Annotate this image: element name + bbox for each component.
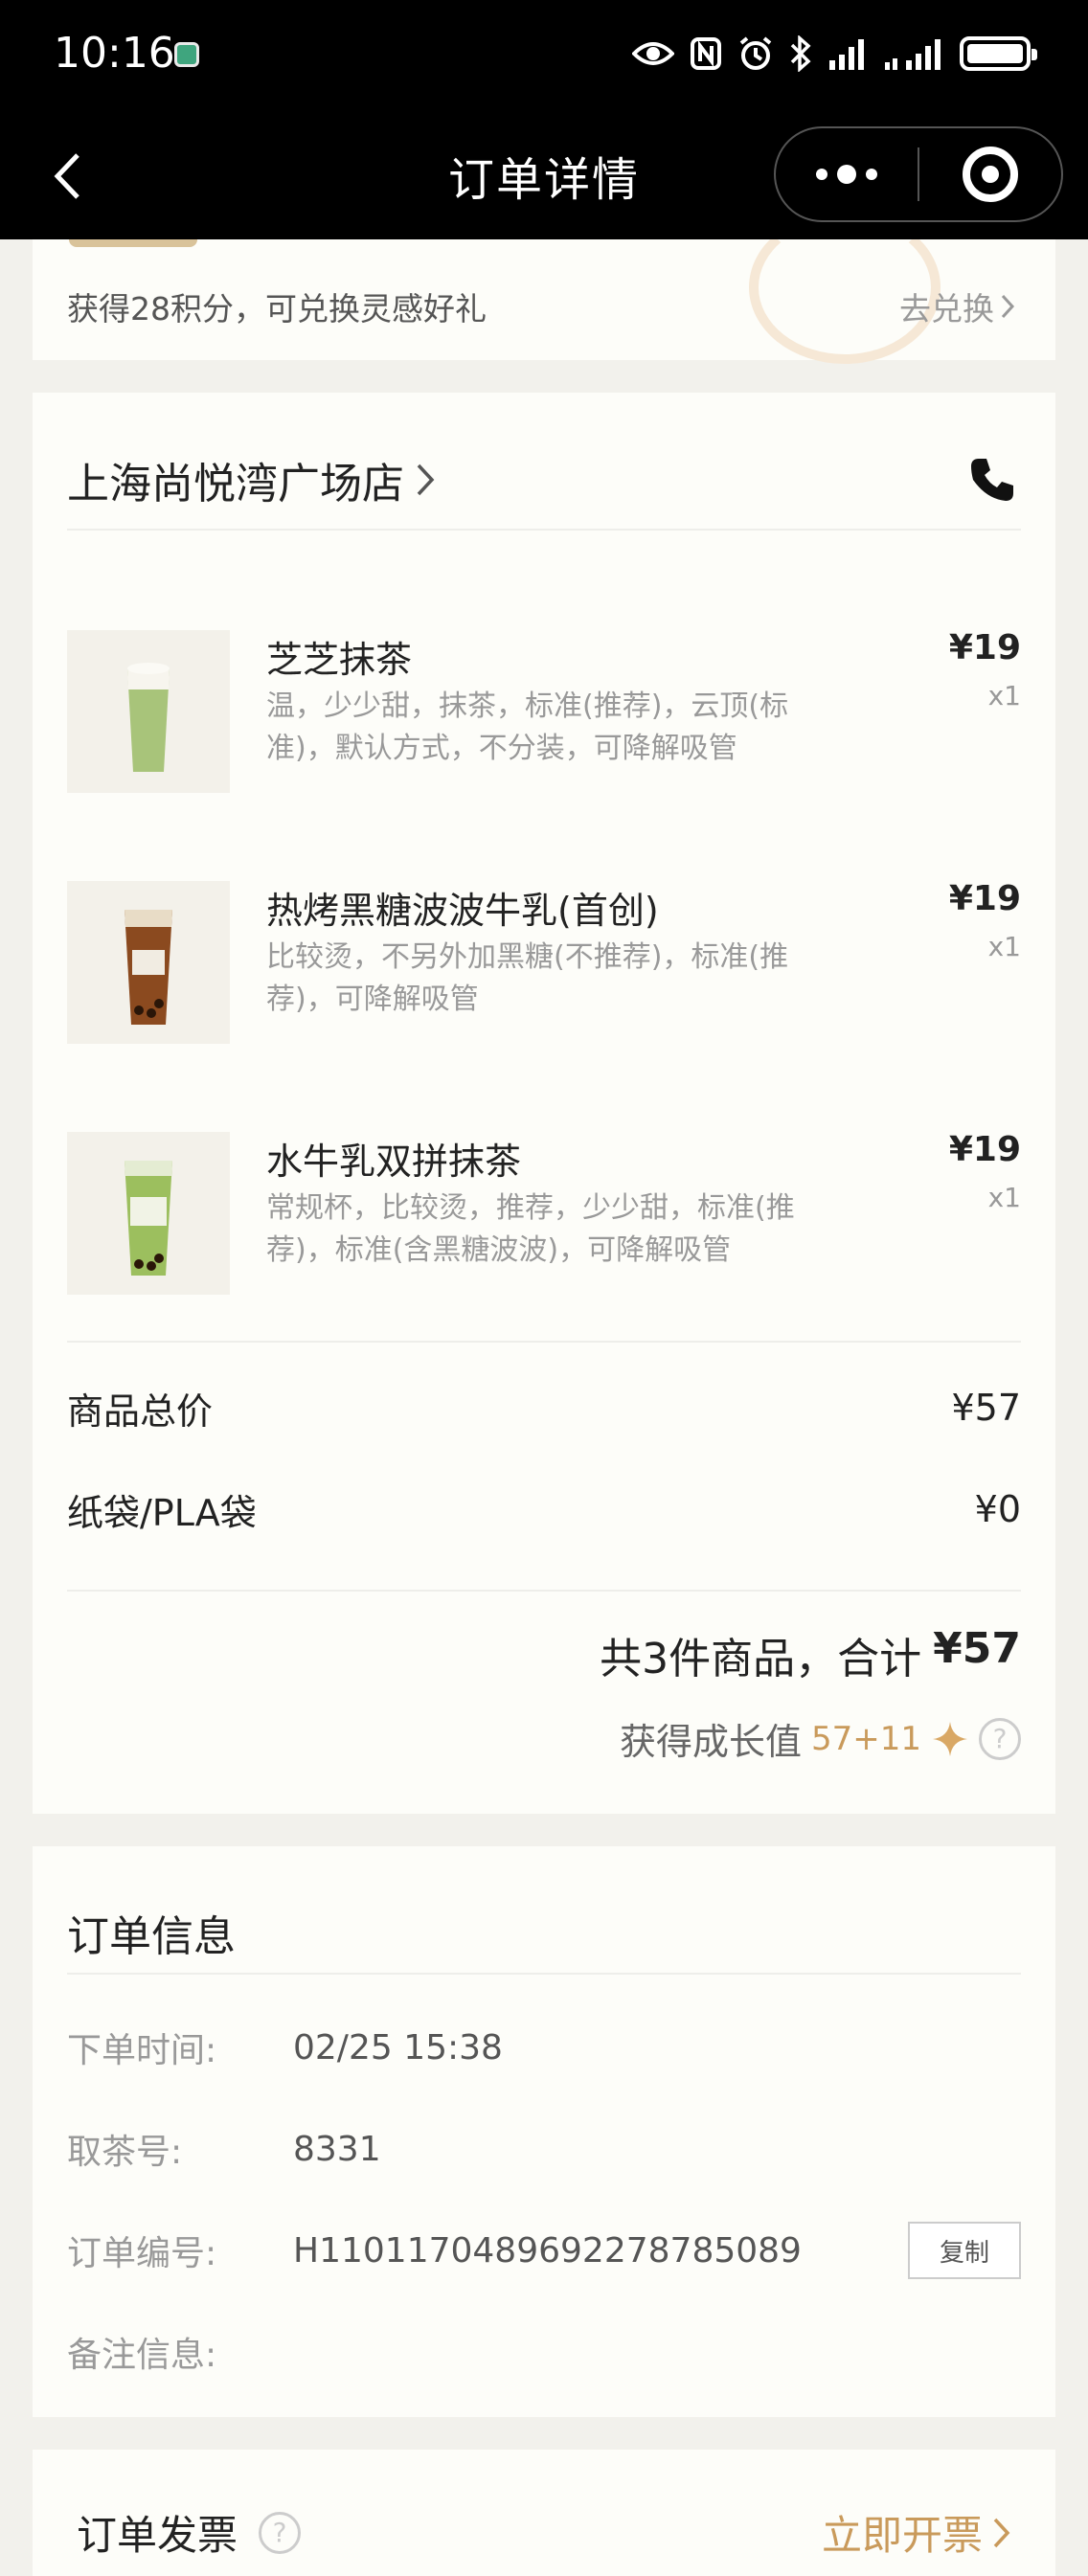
status-time: 10:16 [54, 29, 175, 78]
remark-row: 备注信息: [67, 2323, 1021, 2381]
growth-value-row: 获得成长值 57+11 ? [620, 1712, 1021, 1765]
info-label: 下单时间: [67, 2031, 217, 2070]
bag-fee-value: ¥0 [974, 1488, 1021, 1530]
info-label: 订单编号: [67, 2234, 217, 2273]
order-time-row: 下单时间: 02/25 15:38 [67, 2019, 1021, 2076]
help-icon[interactable]: ? [259, 2511, 302, 2554]
product-image [67, 630, 230, 793]
more-button[interactable] [776, 128, 918, 220]
target-icon [963, 147, 1018, 202]
order-item[interactable]: 热烤黑糖波波牛乳(首创) 比较烫，不另外加黑糖(不推荐)，标准(推荐)，可降解吸… [67, 879, 1021, 1044]
product-image [67, 881, 230, 1044]
chevron-right-icon [993, 2518, 1010, 2547]
item-name: 热烤黑糖波波牛乳(首创) [266, 890, 659, 932]
divider [67, 1973, 1021, 1975]
item-price: ¥19 [948, 628, 1021, 667]
divider [67, 1341, 1021, 1343]
item-name: 芝芝抹茶 [266, 639, 413, 681]
sparkle-icon [933, 1721, 967, 1756]
store-row: 上海尚悦湾广场店 [67, 431, 1021, 531]
store-link[interactable]: 上海尚悦湾广场店 [67, 449, 435, 510]
info-value: 02/25 15:38 [293, 2027, 503, 2068]
signal-icon [829, 39, 864, 70]
info-value: H1101170489692278785089 [293, 2230, 802, 2271]
order-summary: 共3件商品，合计 ¥57 [600, 1624, 1021, 1685]
miniapp-capsule [774, 126, 1063, 222]
bag-fee-label: 纸袋/PLA袋 [67, 1491, 257, 1534]
goods-total-label: 商品总价 [67, 1390, 214, 1433]
goods-total-row: 商品总价 ¥57 [67, 1379, 1021, 1436]
chevron-right-icon [417, 463, 435, 496]
bag-fee-row: 纸袋/PLA袋 ¥0 [67, 1480, 1021, 1538]
divider [67, 1590, 1021, 1592]
nfc-icon [691, 37, 721, 70]
item-price: ¥19 [948, 879, 1021, 918]
summary-prefix: 共3件商品，合计 [600, 1635, 922, 1683]
order-number-row: 订单编号: H1101170489692278785089 复制 [67, 2222, 1021, 2279]
product-image [67, 1132, 230, 1295]
pickup-number-row: 取茶号: 8331 [67, 2120, 1021, 2178]
item-price: ¥19 [948, 1130, 1021, 1169]
alarm-icon [739, 36, 772, 70]
issue-invoice-label: 立即开票 [821, 2512, 983, 2559]
item-quantity: x1 [987, 680, 1021, 712]
summary-total: ¥57 [933, 1624, 1021, 1673]
top-bar: 10:16 订单详情 [0, 0, 1088, 239]
order-item[interactable]: 水牛乳双拼抹茶 常规杯，比较烫，推荐，少少甜，标准(推荐)，标准(含黑糖波波)，… [67, 1130, 1021, 1295]
item-options: 比较烫，不另外加黑糖(不推荐)，标准(推荐)，可降解吸管 [266, 940, 789, 1016]
close-miniapp-button[interactable] [919, 128, 1061, 220]
status-icons [632, 31, 1037, 77]
signal-icon-2 [885, 39, 941, 70]
growth-label: 获得成长值 [619, 1721, 802, 1763]
growth-value: 57+11 [810, 1719, 921, 1758]
goods-total-value: ¥57 [951, 1387, 1021, 1429]
info-label: 取茶号: [67, 2133, 183, 2172]
copy-button[interactable]: 复制 [908, 2222, 1021, 2279]
chevron-right-icon [1001, 294, 1015, 319]
invoice-card: 订单发票 ? 立即开票 [33, 2450, 1055, 2576]
app-notification-icon [174, 42, 199, 67]
order-item[interactable]: 芝芝抹茶 温，少少甜，抹茶，标准(推荐)，云顶(标准)，默认方式，不分装，可降解… [67, 628, 1021, 793]
phone-icon [971, 459, 1013, 501]
item-quantity: x1 [987, 1182, 1021, 1213]
phone-button[interactable] [963, 451, 1021, 508]
item-options: 温，少少甜，抹茶，标准(推荐)，云顶(标准)，默认方式，不分装，可降解吸管 [266, 689, 789, 765]
store-name: 上海尚悦湾广场店 [67, 460, 404, 508]
info-label: 备注信息: [67, 2336, 217, 2375]
info-value: 8331 [293, 2129, 381, 2169]
issue-invoice-link[interactable]: 立即开票 [822, 2503, 1011, 2562]
order-info-title: 订单信息 [67, 1912, 236, 1961]
battery-icon [960, 36, 1037, 71]
order-info-card: 订单信息 下单时间: 02/25 15:38 取茶号: 8331 订单编号: H… [33, 1846, 1055, 2417]
item-quantity: x1 [987, 931, 1021, 962]
invoice-title-row: 订单发票 ? [77, 2503, 302, 2562]
invoice-title: 订单发票 [77, 2512, 238, 2559]
bluetooth-icon [790, 35, 811, 72]
redeem-link[interactable]: 去兑换 [899, 283, 1015, 329]
redeem-label: 去兑换 [899, 290, 994, 328]
item-options: 常规杯，比较烫，推荐，少少甜，标准(推荐)，标准(含黑糖波波)，可降解吸管 [266, 1191, 795, 1267]
item-name: 水牛乳双拼抹茶 [266, 1141, 522, 1183]
points-text: 获得28积分，可兑换灵感好礼 [67, 290, 487, 328]
eye-icon [632, 42, 674, 65]
help-icon[interactable]: ? [979, 1717, 1021, 1760]
order-card: 上海尚悦湾广场店 芝芝抹茶 温，少少甜，抹茶，标准(推荐)，云顶(标准)，默认方… [33, 393, 1055, 1814]
